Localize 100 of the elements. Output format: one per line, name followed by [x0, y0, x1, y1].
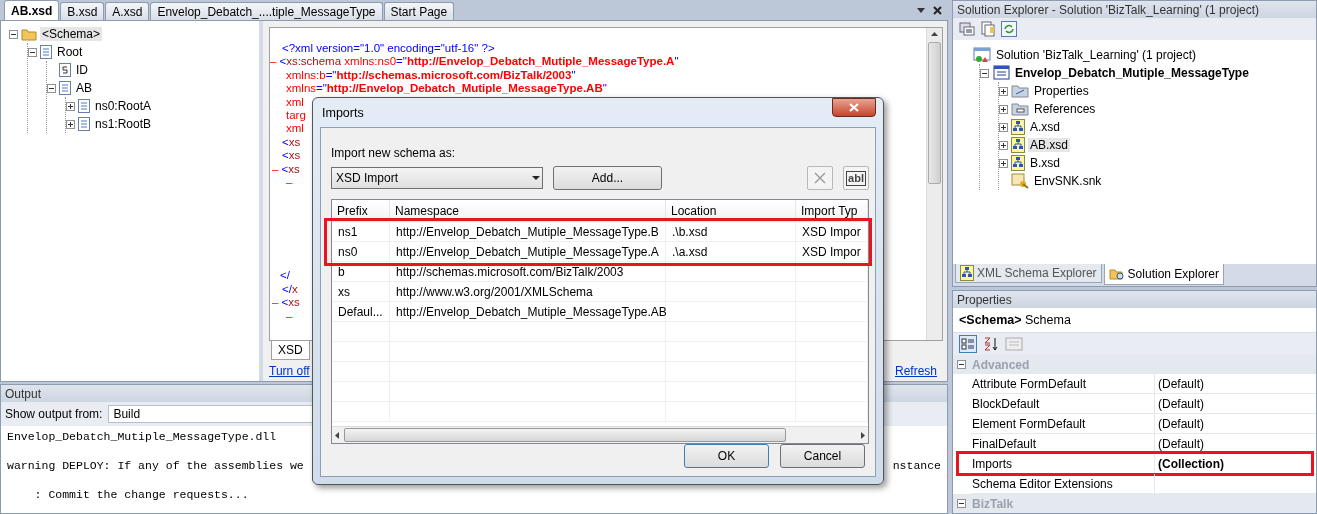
scroll-right-icon[interactable]	[861, 431, 865, 439]
field-icon	[59, 63, 71, 77]
document-tab[interactable]: B.xsd	[60, 2, 105, 20]
code-line: <xs:schema xmlns:ns0="http://Envelop_Debatch_Mutiple_MessageType.A"	[279, 55, 679, 68]
rename-button[interactable]: abl	[843, 166, 869, 190]
output-line: warning DEPLOY: If any of the assemblies we	[7, 459, 304, 472]
document-tab[interactable]: Envelop_Debatch_....tiple_MessageType	[150, 2, 383, 20]
show-files-icon[interactable]	[981, 21, 995, 37]
collapse-icon[interactable]	[980, 68, 989, 78]
tree-item[interactable]: AB.xsd	[1028, 138, 1070, 152]
expand-icon[interactable]	[999, 158, 1008, 168]
close-button[interactable]	[832, 98, 876, 117]
delete-button[interactable]	[807, 166, 833, 190]
scrollbar[interactable]	[926, 28, 942, 340]
collapse-toggle[interactable]: –	[286, 176, 293, 189]
collapse-icon[interactable]	[9, 29, 18, 39]
import-type-select[interactable]: XSD Import	[331, 167, 543, 189]
categorized-icon[interactable]	[959, 335, 977, 353]
scrollbar[interactable]	[332, 426, 868, 443]
collapse-icon[interactable]	[957, 360, 966, 369]
tree-item[interactable]: Root	[55, 45, 85, 59]
add-button[interactable]: Add...	[553, 166, 662, 190]
tree-item[interactable]: ns0:RootA	[93, 99, 154, 113]
code-line: <xs	[282, 149, 301, 162]
delete-icon	[813, 171, 827, 185]
expand-icon[interactable]	[999, 140, 1008, 150]
scroll-left-icon[interactable]	[335, 431, 339, 439]
refresh-icon[interactable]	[1001, 21, 1017, 37]
tree-item[interactable]: ns1:RootB	[93, 117, 154, 131]
tree-item[interactable]: Properties	[1032, 84, 1091, 98]
collapse-toggle[interactable]: –	[270, 55, 277, 68]
document-tab[interactable]: Start Page	[383, 2, 455, 20]
ok-button[interactable]: OK	[684, 444, 769, 468]
expand-icon[interactable]	[999, 122, 1008, 132]
collapse-icon[interactable]	[47, 83, 56, 93]
tree-item[interactable]: AB	[74, 81, 94, 95]
property-value[interactable]: (Default)	[1155, 394, 1316, 413]
close-icon	[849, 103, 859, 112]
field-label: Import new schema as:	[331, 146, 457, 160]
property-name: Schema Editor Extensions	[971, 474, 1155, 493]
code-line: xmlns="http://Envelop_Debatch_Mutiple_MessageType.AB"	[286, 82, 607, 95]
column-header[interactable]: Namespace	[390, 200, 666, 221]
collapse-icon[interactable]	[957, 499, 966, 508]
panel-title: Solution Explorer - Solution 'BizTalk_Learning' (1 project)	[953, 1, 1316, 18]
tree-item[interactable]: Solution 'BizTalk_Learning' (1 project)	[994, 48, 1199, 62]
close-icon[interactable]	[933, 5, 942, 15]
document-tab[interactable]: A.xsd	[105, 2, 150, 20]
panel-tab[interactable]: Solution Explorer	[1103, 264, 1224, 285]
tree-item[interactable]: References	[1032, 102, 1098, 116]
property-value[interactable]: (Default)	[1155, 434, 1316, 453]
property-value[interactable]: (Default)	[1155, 374, 1316, 393]
table-cell: http://Envelop_Debatch_Mutiple_MessageType.A	[390, 242, 666, 261]
collapse-icon[interactable]	[28, 47, 37, 57]
solution-icon	[973, 47, 991, 63]
dropdown-icon[interactable]	[917, 7, 925, 13]
column-header[interactable]: Prefix	[332, 200, 390, 221]
document-tab[interactable]: AB.xsd	[4, 0, 60, 20]
tree-item[interactable]: <Schema>	[40, 27, 103, 41]
property-name: FinalDefault	[971, 434, 1155, 453]
code-line: xmlns:b="http://schemas.microsoft.com/BizTalk/2003"	[286, 68, 576, 81]
column-header[interactable]: Location	[666, 200, 796, 221]
collapse-toggle[interactable]: –	[272, 162, 279, 175]
category-label: BizTalk	[972, 496, 1014, 511]
table-cell: ns0	[332, 242, 390, 261]
table-cell: XSD Impor	[796, 242, 868, 261]
expand-icon[interactable]	[66, 101, 75, 111]
properties-icon[interactable]	[959, 22, 975, 36]
category-label: Advanced	[972, 357, 1030, 372]
table-cell: .\b.xsd	[666, 222, 796, 241]
refresh-link[interactable]: Refresh	[894, 364, 937, 378]
collapse-toggle[interactable]: –	[286, 309, 293, 322]
tree-item[interactable]: Envelop_Debatch_Mutiple_MessageType	[1013, 66, 1251, 80]
code-line: <?xml version="1.0" encoding="utf-16" ?>	[282, 42, 495, 54]
expand-icon[interactable]	[999, 86, 1008, 96]
tree-item[interactable]: ID	[74, 63, 90, 77]
tree-item[interactable]: A.xsd	[1028, 120, 1062, 134]
sort-icon[interactable]	[983, 336, 999, 352]
panel-tab[interactable]: XML Schema Explorer	[955, 264, 1102, 283]
column-header[interactable]: Import Typ	[796, 200, 868, 221]
schema-file-icon	[960, 265, 974, 281]
folder-icon	[21, 27, 37, 41]
table-cell: xs	[332, 282, 390, 301]
schema-file-icon	[1011, 119, 1025, 135]
editor-tab[interactable]: XSD	[271, 341, 310, 360]
link[interactable]: Turn off	[269, 364, 310, 378]
expand-icon[interactable]	[999, 104, 1008, 114]
property-name: Attribute FormDefault	[971, 374, 1155, 393]
cancel-button[interactable]: Cancel	[780, 444, 865, 468]
collapse-toggle[interactable]: –	[272, 296, 279, 309]
scroll-up-icon[interactable]	[931, 32, 938, 36]
tree-item[interactable]: EnvSNK.snk	[1032, 174, 1104, 188]
key-icon	[1011, 173, 1029, 189]
table-cell: http://Envelop_Debatch_Mutiple_MessageType.AB	[390, 302, 666, 321]
property-value[interactable]: (Collection)	[1155, 454, 1316, 473]
property-value[interactable]: (Default)	[1155, 414, 1316, 433]
expand-icon[interactable]	[66, 119, 75, 129]
code-line: <xs	[281, 162, 300, 175]
dialog-title: Imports	[321, 105, 364, 120]
tree-item[interactable]: B.xsd	[1028, 156, 1062, 170]
code-line: xml	[286, 95, 304, 108]
